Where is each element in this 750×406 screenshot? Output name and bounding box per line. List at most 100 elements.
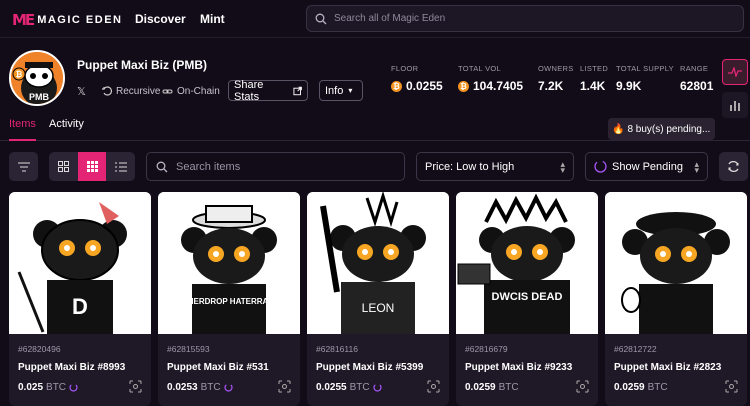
inscription-number: #62812722 [614,344,657,354]
cart-add-icon [725,380,738,393]
svg-text:DWCIS DEAD: DWCIS DEAD [492,291,563,303]
btc-icon: ₿ [458,80,469,92]
add-to-cart-button[interactable] [278,380,291,398]
nft-name: Puppet Maxi Biz #531 [167,362,269,373]
puppet-art-8993: D [9,192,151,334]
brand-name: MAGIC EDEN [37,14,123,26]
add-to-cart-button[interactable] [725,380,738,398]
x-icon: 𝕏 [77,85,86,98]
stat-owners: OWNERS 7.2K [538,64,574,93]
nft-card[interactable]: RUMERDROP HATERRALLY #62815593 Puppet Ma… [158,192,300,406]
puppet-art-531: RUMERDROP HATERRALLY [158,192,300,334]
brand-logo[interactable]: ME MAGIC EDEN [12,11,122,29]
inscription-number: #62820496 [18,344,61,354]
chain-link-icon [162,89,173,93]
stat-total-vol: TOTAL VOL ₿ 104.7405 [458,64,524,93]
refresh-button[interactable] [719,152,748,181]
nft-image[interactable]: RUMERDROP HATERRALLY [158,192,300,334]
tab-items[interactable]: Items [9,118,36,141]
list-view-button[interactable] [106,152,135,181]
sort-select[interactable]: Price: Low to High ▴ ▾ [416,152,574,181]
bar-chart-icon [730,101,740,111]
nft-price: 0.0259 BTC [614,382,668,393]
grid-small-view-button[interactable] [77,152,107,181]
nav-discover[interactable]: Discover [135,12,186,26]
activity-chart-button[interactable] [722,59,748,85]
pending-ring-icon [594,160,607,173]
nft-image[interactable]: DWCIS DEAD [456,192,598,334]
nft-name: Puppet Maxi Biz #9233 [465,362,573,373]
share-stats-button[interactable]: Share Stats [228,79,308,103]
search-items-placeholder: Search items [176,160,241,173]
global-search-input[interactable]: Search all of Magic Eden [306,5,744,32]
stat-floor: FLOOR ₿ 0.0255 [391,64,443,93]
nft-price: 0.0253 BTC [167,382,233,393]
tab-activity[interactable]: Activity [49,118,84,130]
svg-text:D: D [72,294,88,319]
nft-price: 0.0259 BTC [465,382,519,393]
cart-add-icon [278,380,291,393]
fire-icon: 🔥 [612,123,625,135]
filter-button[interactable] [9,152,38,181]
filter-icon [17,162,30,171]
x-link[interactable]: 𝕏 [77,82,86,100]
nav-mint[interactable]: Mint [200,12,225,26]
top-bar: ME MAGIC EDEN Discover Mint Search all o… [0,0,750,38]
nft-image[interactable]: LEON [307,192,449,334]
btc-icon: ₿ [391,80,402,92]
nft-price: 0.025 BTC [18,382,78,393]
list-icon [114,162,127,171]
cart-add-icon [427,380,440,393]
grid-large-view-button[interactable] [49,152,78,181]
inscription-number: #62816679 [465,344,508,354]
cart-add-icon [129,380,142,393]
pending-ring-icon [372,383,382,392]
nft-price: 0.0255 BTC [316,382,382,393]
info-dropdown[interactable]: Info ▾ [319,80,363,101]
nft-card[interactable]: D #62820496 Puppet Maxi Biz #8993 0.025 B… [9,192,151,406]
puppet-art-2823 [605,192,747,334]
svg-text:RUMERDROP HATERRALLY: RUMERDROP HATERRALLY [175,297,283,306]
pending-ring-icon [69,383,78,392]
cart-add-icon [576,380,589,393]
nft-name: Puppet Maxi Biz #8993 [18,362,126,373]
nft-card[interactable]: LEON #62816116 Puppet Maxi Biz #5399 0.0… [307,192,449,406]
onchain-tag: On-Chain [162,82,220,100]
inscription-number: #62816116 [316,344,358,354]
chevron-down-icon: ▾ [348,86,353,95]
nft-name: Puppet Maxi Biz #5399 [316,362,424,373]
inscription-number: #62815593 [167,344,210,354]
nft-image[interactable]: D [9,192,151,334]
chevron-up-down-icon: ▴ ▾ [560,158,565,175]
search-icon [315,13,327,24]
collection-title: Puppet Maxi Biz (PMB) [77,58,208,72]
nft-card[interactable]: DWCIS DEAD #62816679 Puppet Maxi Biz #92… [456,192,598,406]
stat-total-supply: TOTAL SUPPLY 9.9K [616,64,674,93]
add-to-cart-button[interactable] [129,380,142,398]
chevron-up-down-icon: ▴ ▾ [694,158,699,175]
puppet-art-9233: DWCIS DEAD [456,192,598,334]
grid-small-icon [86,161,98,172]
magic-eden-logo-icon: ME [12,11,35,29]
share-icon [293,86,302,95]
search-items-input[interactable]: Search items [146,152,405,181]
nft-card[interactable]: #62812722 Puppet Maxi Biz #2823 0.0259 BT… [605,192,747,406]
show-pending-select[interactable]: Show Pending ▴ ▾ [585,152,708,181]
refresh-icon [728,160,739,173]
svg-text:LEON: LEON [362,301,395,315]
global-search-placeholder: Search all of Magic Eden [334,13,446,24]
svg-text:PMB: PMB [29,92,50,102]
add-to-cart-button[interactable] [576,380,589,398]
nft-image[interactable] [605,192,747,334]
pulse-icon [728,67,742,77]
puppet-art-5399: LEON [307,192,449,334]
stat-range: RANGE 62801 [680,64,714,93]
nft-name: Puppet Maxi Biz #2823 [614,362,722,373]
grid-large-icon [57,161,69,172]
svg-text:₿: ₿ [16,70,23,79]
puppet-avatar-art: ₿ PMB [11,52,63,104]
recursive-tag: Recursive [102,82,160,100]
pending-buys-badge[interactable]: 🔥 8 buy(s) pending... [608,118,715,140]
collection-avatar: ₿ PMB [9,50,65,106]
add-to-cart-button[interactable] [427,380,440,398]
